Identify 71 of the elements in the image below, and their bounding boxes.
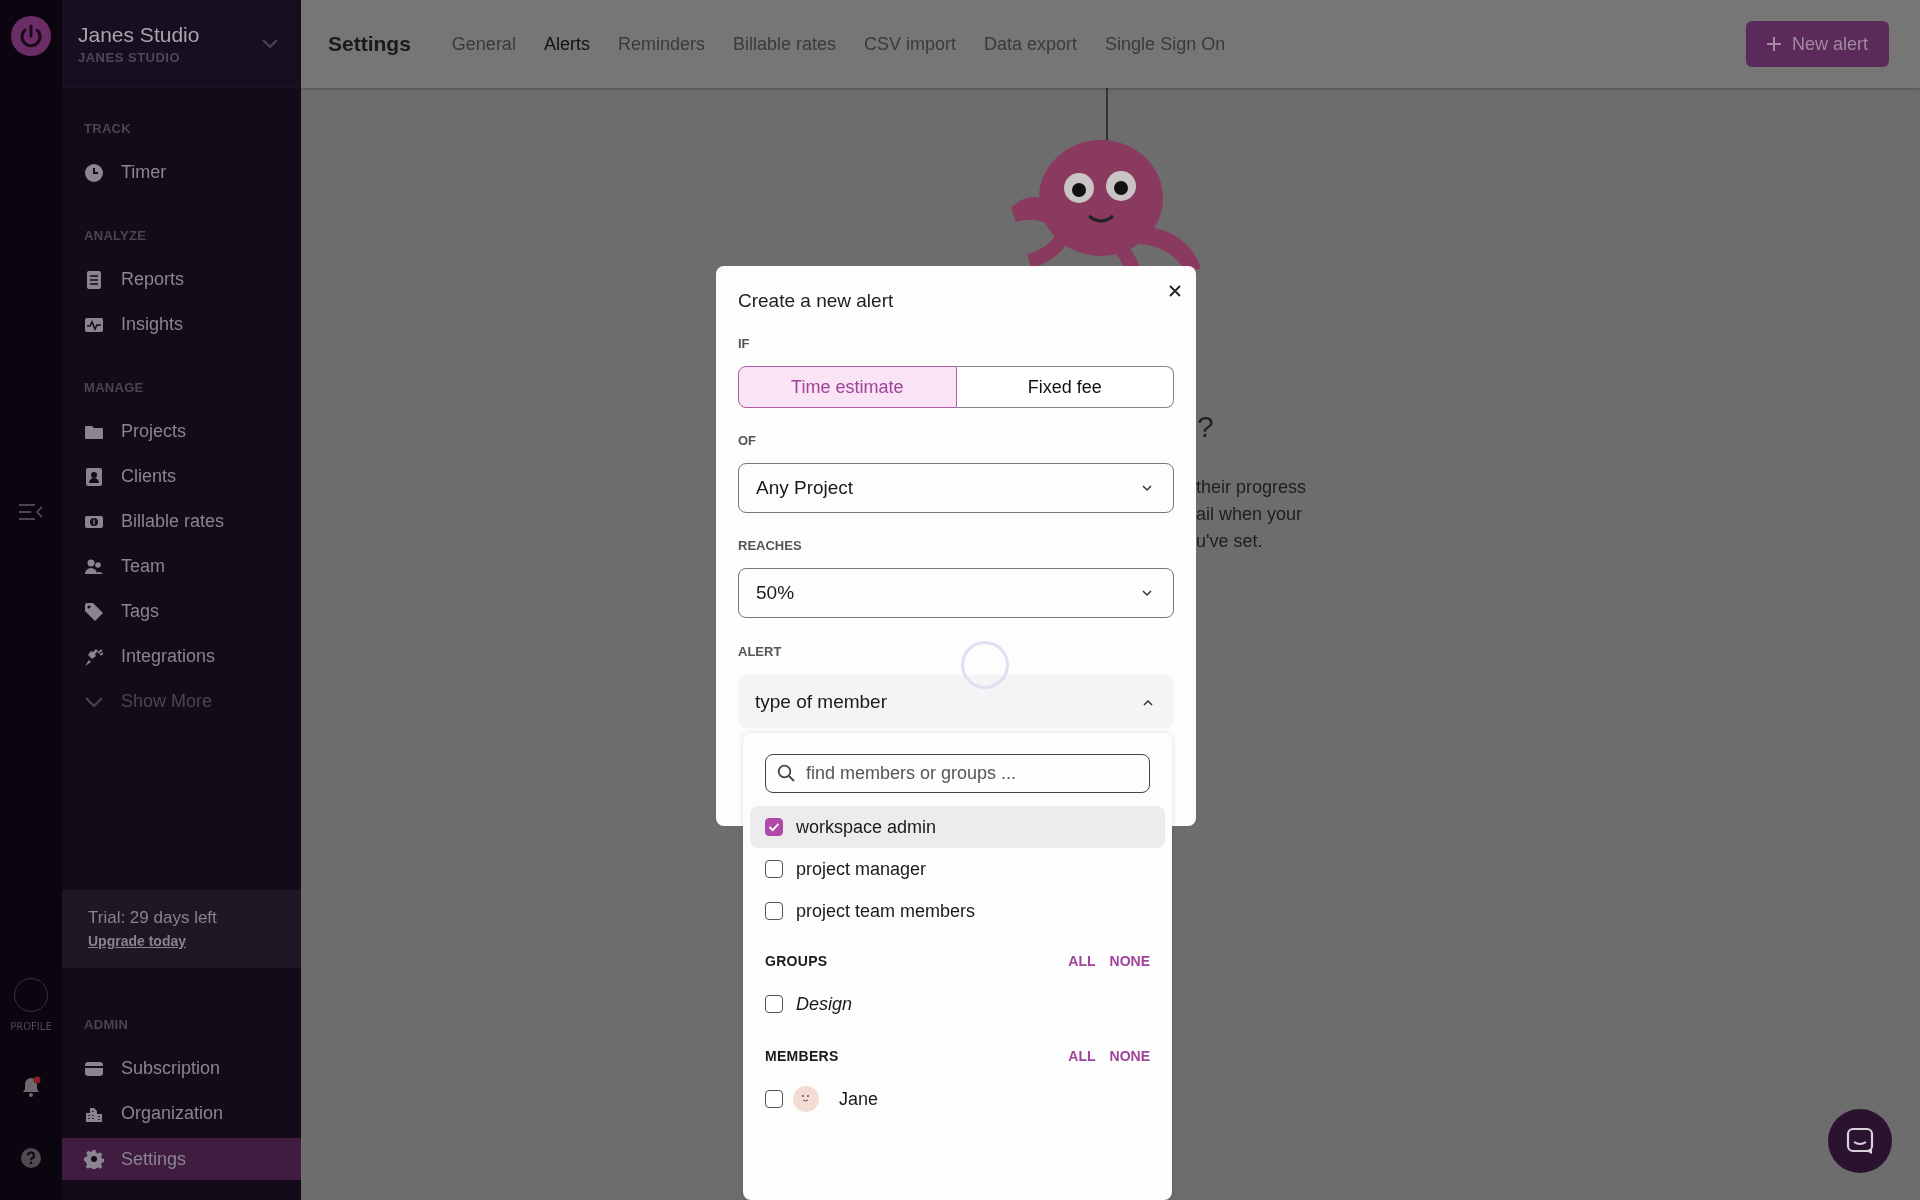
nav-item[interactable]: Organization [62, 1091, 301, 1136]
heading-fragment: ? [1197, 409, 1214, 445]
plug-icon [84, 646, 104, 667]
checkbox[interactable] [765, 995, 783, 1013]
avatar-icon [793, 1086, 819, 1112]
description-text: u've set. [1196, 530, 1264, 553]
nav-item[interactable]: Projects [62, 409, 301, 454]
member-type-select[interactable]: type of member [738, 675, 1174, 728]
field-label: REACHES [738, 538, 802, 554]
close-icon[interactable] [1168, 284, 1182, 298]
group-option[interactable]: Design [796, 993, 853, 1015]
description-text: their progress [1196, 476, 1307, 499]
role-option[interactable]: project manager [796, 858, 927, 880]
role-option[interactable]: workspace admin [796, 816, 937, 838]
description-text: ail when your [1196, 503, 1304, 526]
chevron-down-icon [1141, 589, 1153, 597]
nav-item[interactable]: Reports [62, 257, 301, 302]
bell-icon[interactable] [20, 1076, 42, 1098]
nav-item[interactable]: Subscription [62, 1046, 301, 1091]
field-label: IF [738, 336, 750, 352]
nav-item[interactable]: Timer [62, 150, 301, 195]
nav-item[interactable]: Insights [62, 302, 301, 347]
threshold-select[interactable]: 50% [738, 568, 1174, 618]
profile-label: PROFILE [10, 1020, 52, 1034]
nav-item[interactable]: Billable rates [62, 499, 301, 544]
new-alert-button[interactable]: New alert [1745, 21, 1889, 67]
workspace-subtitle: JANES STUDIO [78, 49, 182, 66]
section-heading: MEMBERS [765, 1048, 839, 1064]
plus-icon [1765, 36, 1782, 52]
member-option[interactable]: Jane [839, 1088, 879, 1110]
modal-title: Create a new alert [738, 290, 894, 312]
chevron-down-icon [1141, 484, 1153, 492]
segment-option[interactable]: Time estimate [738, 366, 957, 408]
person-card-icon [84, 466, 104, 487]
upgrade-link[interactable]: Upgrade today [88, 931, 186, 951]
select-all-link[interactable]: ALL [1068, 1048, 1096, 1064]
tag-icon [84, 601, 104, 622]
gear-icon [84, 1149, 104, 1169]
search-field[interactable]: find members or groups ... [765, 754, 1150, 793]
checkbox[interactable] [765, 818, 783, 836]
segment-option[interactable]: Fixed fee [956, 366, 1174, 408]
nav-item[interactable]: Team [62, 544, 301, 589]
select-all-link[interactable]: ALL [1068, 953, 1096, 969]
spinner-icon [961, 641, 1009, 689]
document-icon [84, 269, 104, 290]
field-label: ALERT [738, 644, 782, 660]
checkbox[interactable] [765, 1090, 783, 1108]
workspace-header[interactable]: Janes Studio JANES STUDIO [62, 0, 301, 88]
checkbox[interactable] [765, 902, 783, 920]
trial-text: Trial: 29 days left [88, 907, 218, 929]
clock-icon [84, 162, 104, 183]
workspace-name: Janes Studio [78, 21, 201, 48]
chat-icon [1846, 1127, 1874, 1155]
nav-item[interactable]: Integrations [62, 634, 301, 679]
settings-tab[interactable]: Alerts [543, 33, 590, 55]
nav-item[interactable]: Clients [62, 454, 301, 499]
section-label: MANAGE [84, 379, 144, 397]
section-label: ADMIN [84, 1016, 129, 1034]
search-icon [777, 764, 795, 782]
select-none-link[interactable]: NONE [1109, 1048, 1150, 1064]
select-none-link[interactable]: NONE [1109, 953, 1150, 969]
project-select[interactable]: Any Project [738, 463, 1174, 513]
nav-item[interactable]: Settings [62, 1138, 301, 1180]
field-label: OF [738, 433, 757, 449]
nav-item[interactable]: Tags [62, 589, 301, 634]
checkbox[interactable] [765, 860, 783, 878]
role-option[interactable]: project team members [796, 900, 976, 922]
section-heading: GROUPS [765, 953, 828, 969]
page-title: Settings [328, 32, 411, 56]
section-label: ANALYZE [84, 227, 147, 245]
section-label: TRACK [84, 120, 131, 138]
